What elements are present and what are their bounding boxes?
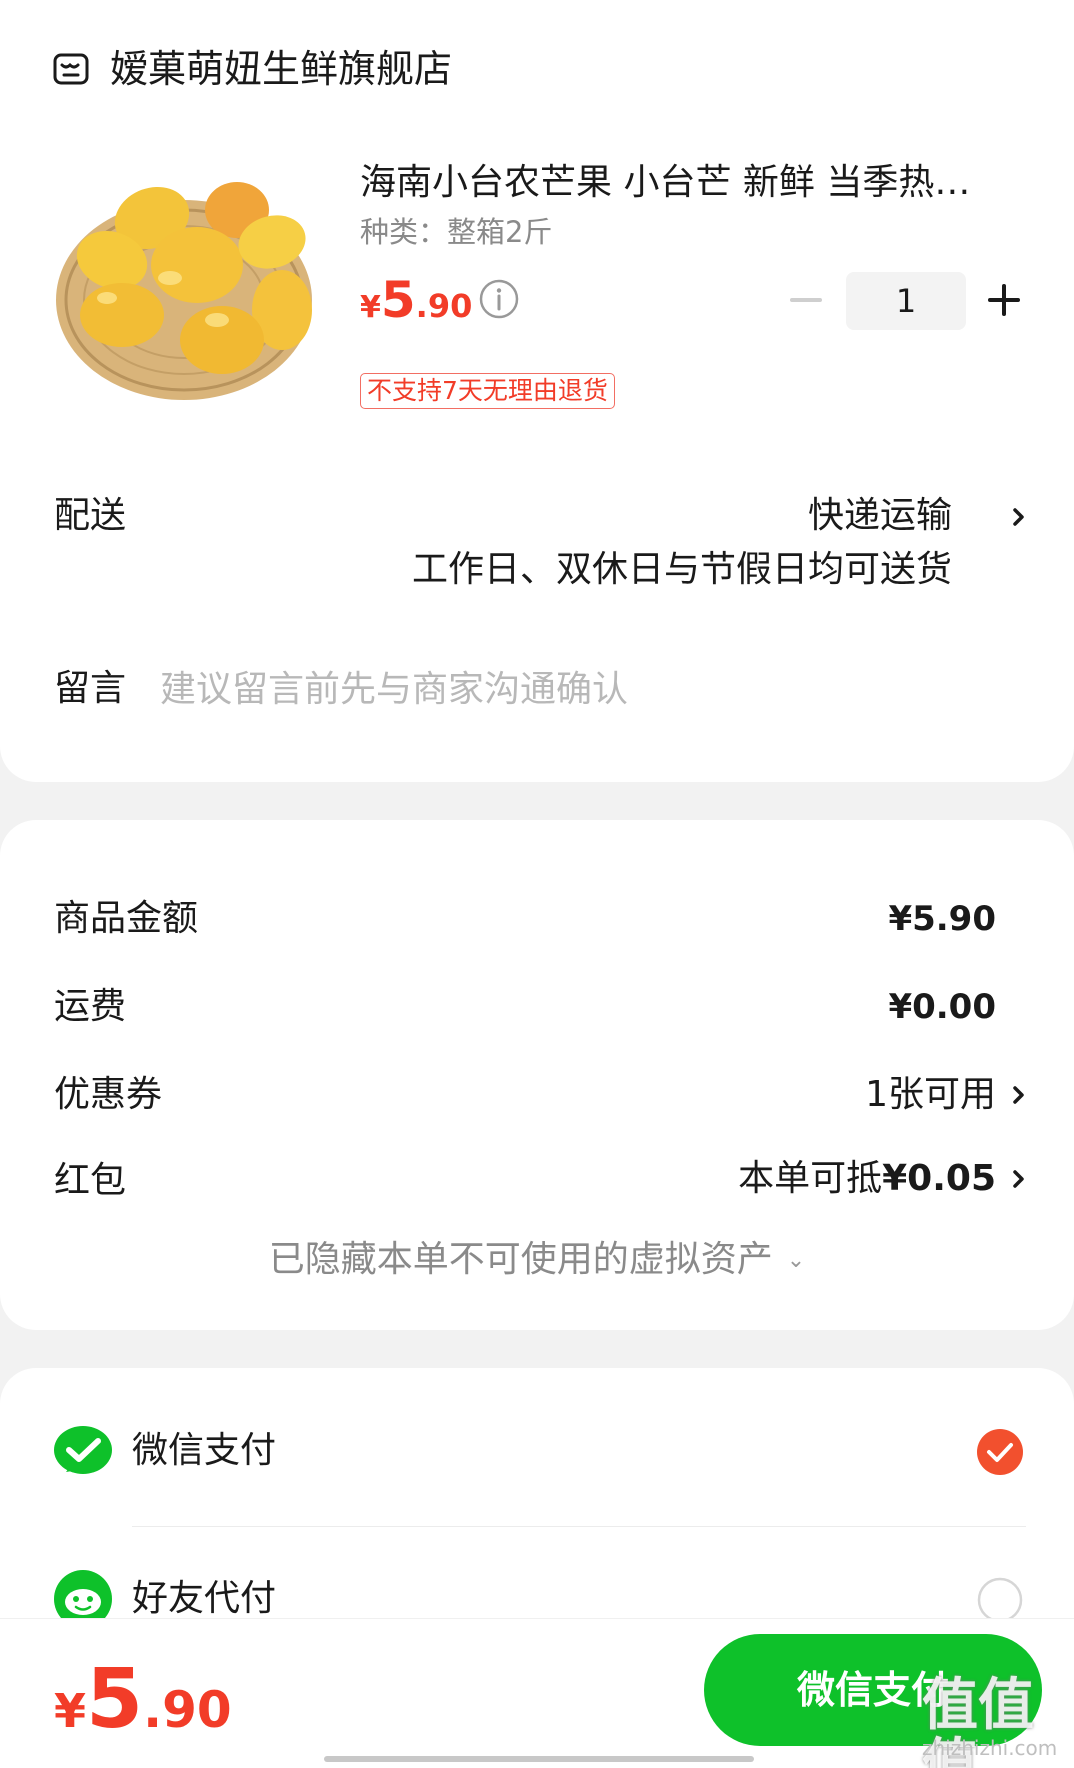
hidden-assets-toggle[interactable]: 已隐藏本单不可使用的虚拟资产 ⌄ <box>0 1235 1074 1286</box>
delivery-method[interactable]: 快递运输 <box>808 491 952 541</box>
delivery-label: 配送 <box>54 495 127 536</box>
delivery-note: 工作日、双休日与节假日均可送货 <box>411 549 952 590</box>
price-decimal: .90 <box>415 287 473 325</box>
price-integer: 5 <box>380 271 416 329</box>
goods-amount-value: ¥5.90 <box>888 899 996 939</box>
total-price: ¥5.90 <box>54 1650 232 1768</box>
chevron-right-icon[interactable] <box>1008 1078 1030 1112</box>
home-indicator[interactable] <box>324 1756 754 1762</box>
store-name[interactable]: 嫒菓萌妞生鲜旗舰店 <box>110 44 452 94</box>
total-currency: ¥ <box>54 1684 87 1738</box>
info-icon[interactable] <box>478 278 520 320</box>
store-icon <box>53 53 89 85</box>
chevron-down-icon: ⌄ <box>786 1248 806 1273</box>
return-policy-badge: 不支持7天无理由退货 <box>360 373 615 409</box>
quantity-decrease-button[interactable] <box>786 280 826 320</box>
product-title[interactable]: 海南小台农芒果 小台芒 新鲜 当季热… <box>360 158 1020 208</box>
shipping-value: ¥0.00 <box>888 987 996 1027</box>
total-integer: 5 <box>86 1652 144 1747</box>
message-label: 留言 <box>54 668 127 709</box>
coupon-value[interactable]: 1张可用 <box>865 1070 996 1120</box>
price-currency: ¥ <box>360 290 381 325</box>
coupon-label: 优惠券 <box>54 1074 163 1115</box>
divider <box>132 1526 1026 1527</box>
watermark-url: zhizhizhi.com <box>922 1736 1058 1760</box>
friend-pay-label[interactable]: 好友代付 <box>132 1574 276 1624</box>
wechat-pay-label[interactable]: 微信支付 <box>132 1426 276 1476</box>
chevron-right-icon[interactable] <box>1008 1162 1030 1196</box>
selected-check-icon[interactable] <box>976 1428 1024 1476</box>
unselected-radio-icon[interactable] <box>976 1576 1024 1624</box>
redpacket-label: 红包 <box>54 1160 127 1201</box>
wechat-pay-icon <box>54 1426 112 1474</box>
product-image[interactable] <box>52 160 322 410</box>
chevron-right-icon[interactable] <box>1008 500 1030 534</box>
shipping-label: 运费 <box>54 986 127 1027</box>
redpacket-amount: ¥0.05 <box>882 1158 996 1199</box>
redpacket-value[interactable]: 本单可抵¥0.05 <box>738 1154 996 1204</box>
quantity-increase-button[interactable] <box>984 280 1024 320</box>
redpacket-prefix: 本单可抵 <box>738 1158 883 1199</box>
quantity-value[interactable]: 1 <box>846 272 966 330</box>
goods-amount-label: 商品金额 <box>54 898 199 939</box>
message-input[interactable] <box>160 660 960 718</box>
total-decimal: .90 <box>143 1681 232 1739</box>
hidden-assets-text: 已隐藏本单不可使用的虚拟资产 <box>268 1239 773 1280</box>
product-spec[interactable]: 种类：整箱2斤 <box>360 212 552 252</box>
product-price: ¥5.90 <box>360 270 472 342</box>
